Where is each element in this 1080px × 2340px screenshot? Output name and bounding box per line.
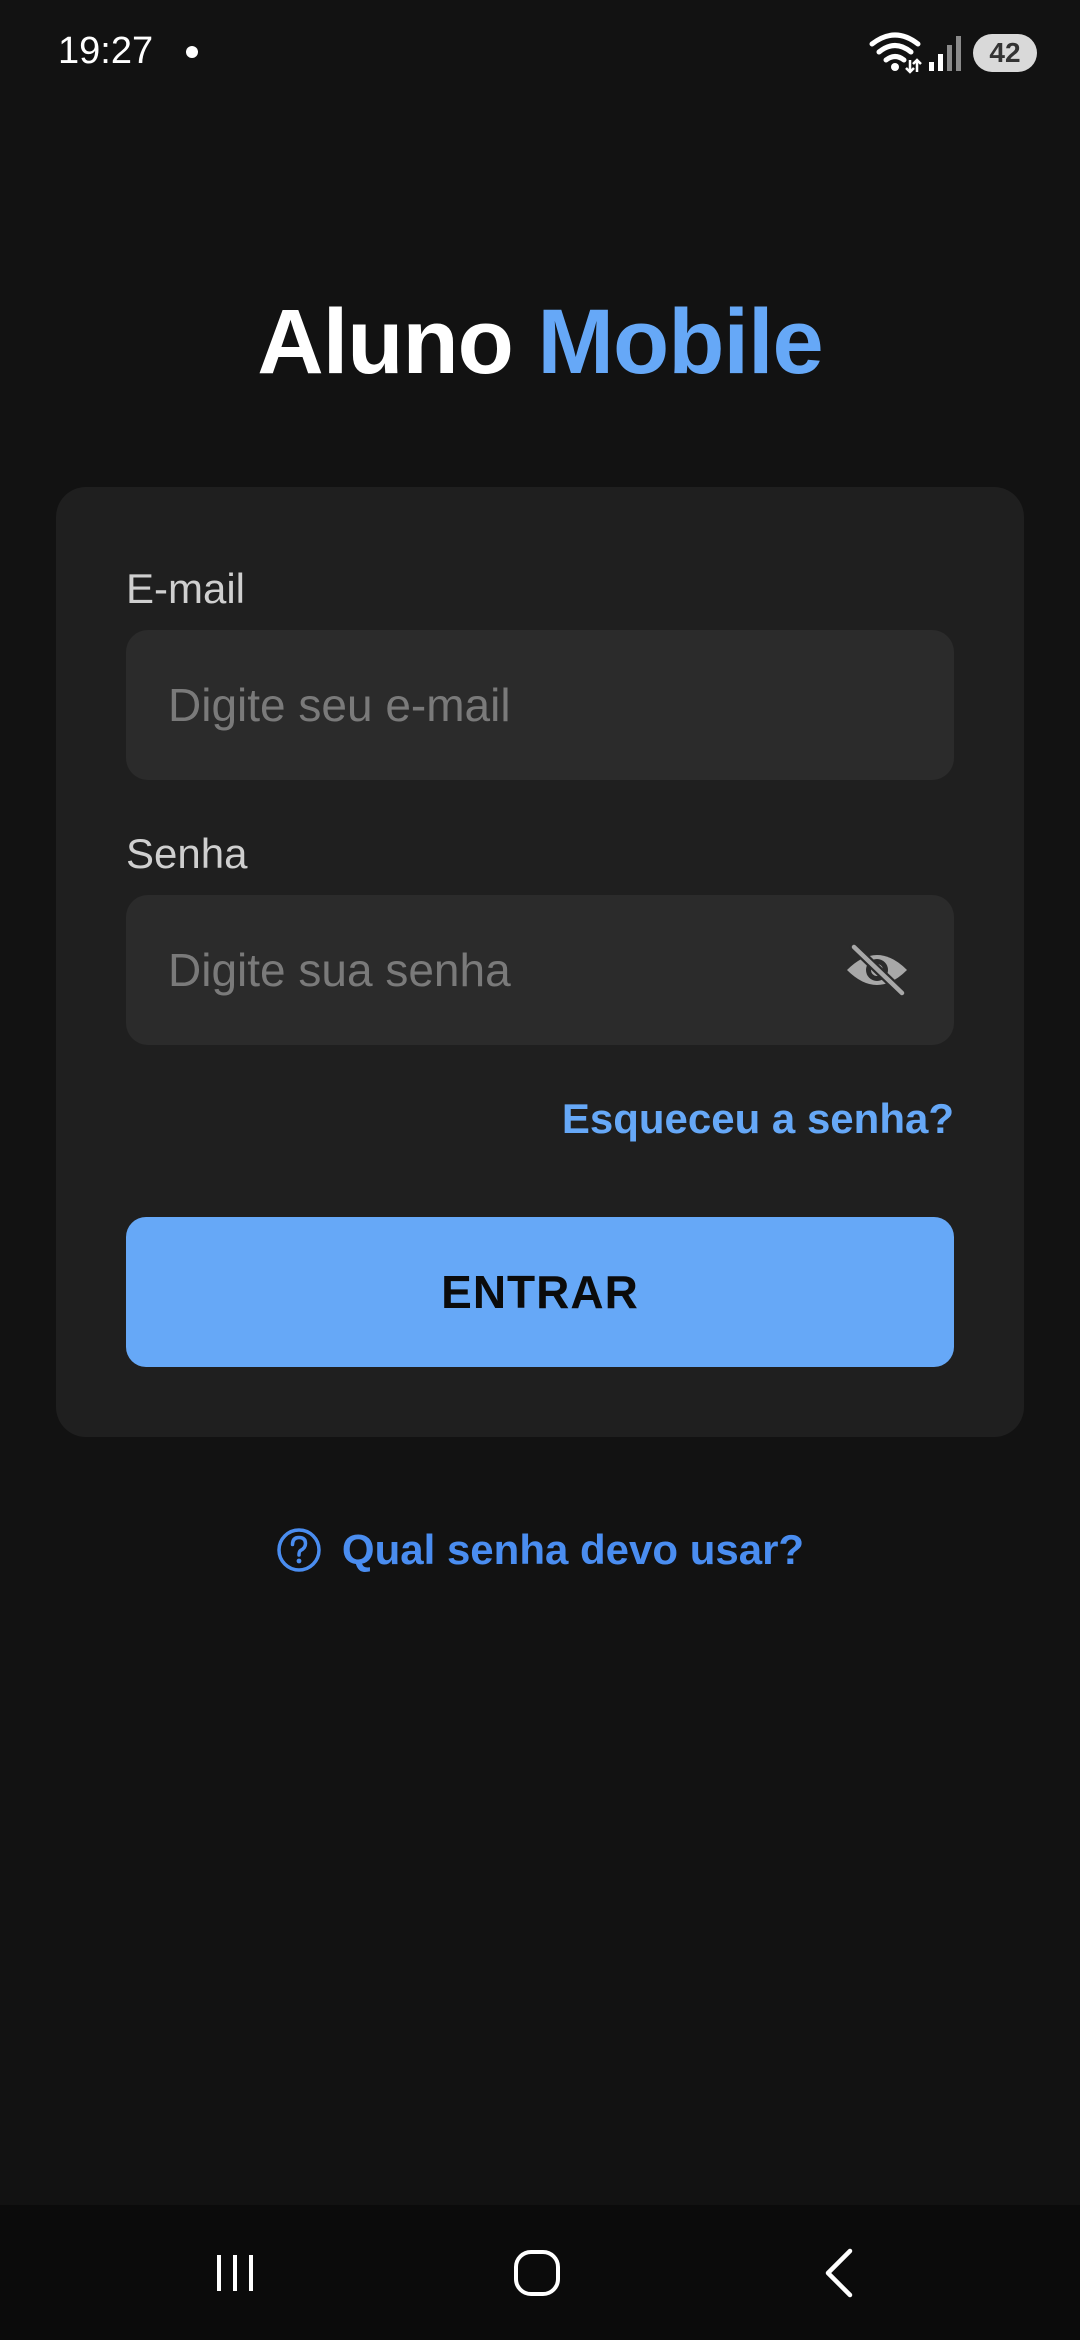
- notification-dot-icon: [186, 46, 198, 58]
- forgot-password-link[interactable]: Esqueceu a senha?: [562, 1095, 954, 1143]
- login-card: E-mail Senha Esqueceu a senha? ENTRAR: [56, 487, 1024, 1437]
- email-label: E-mail: [126, 565, 246, 612]
- home-icon: [514, 2249, 560, 2296]
- back-button[interactable]: [750, 2205, 930, 2340]
- password-input[interactable]: [126, 895, 954, 1045]
- login-button[interactable]: ENTRAR: [126, 1217, 954, 1367]
- login-screen: 19:27 42 Aluno Mobile E-mail Senha: [0, 0, 1080, 2340]
- email-input[interactable]: [126, 630, 954, 780]
- eye-off-icon: [847, 944, 907, 996]
- back-icon: [825, 2248, 853, 2297]
- password-help-link[interactable]: Qual senha devo usar?: [0, 1526, 1080, 1574]
- recent-apps-button[interactable]: [145, 2205, 325, 2340]
- app-title-part2: Mobile: [537, 291, 823, 393]
- navigation-bar: [0, 2205, 1080, 2340]
- wifi-icon: [869, 32, 922, 74]
- help-circle-icon: [277, 1528, 321, 1572]
- password-visibility-toggle[interactable]: [842, 937, 912, 1003]
- status-time: 19:27: [58, 30, 154, 72]
- password-label: Senha: [126, 830, 248, 877]
- signal-icon: [929, 36, 961, 71]
- home-button[interactable]: [447, 2205, 627, 2340]
- app-title: Aluno Mobile: [0, 290, 1080, 395]
- recent-apps-icon: [217, 2254, 253, 2291]
- password-help-text: Qual senha devo usar?: [341, 1526, 805, 1573]
- battery-indicator: 42: [973, 34, 1037, 72]
- status-bar: 19:27 42: [0, 0, 1080, 110]
- app-title-part1: Aluno: [257, 291, 514, 393]
